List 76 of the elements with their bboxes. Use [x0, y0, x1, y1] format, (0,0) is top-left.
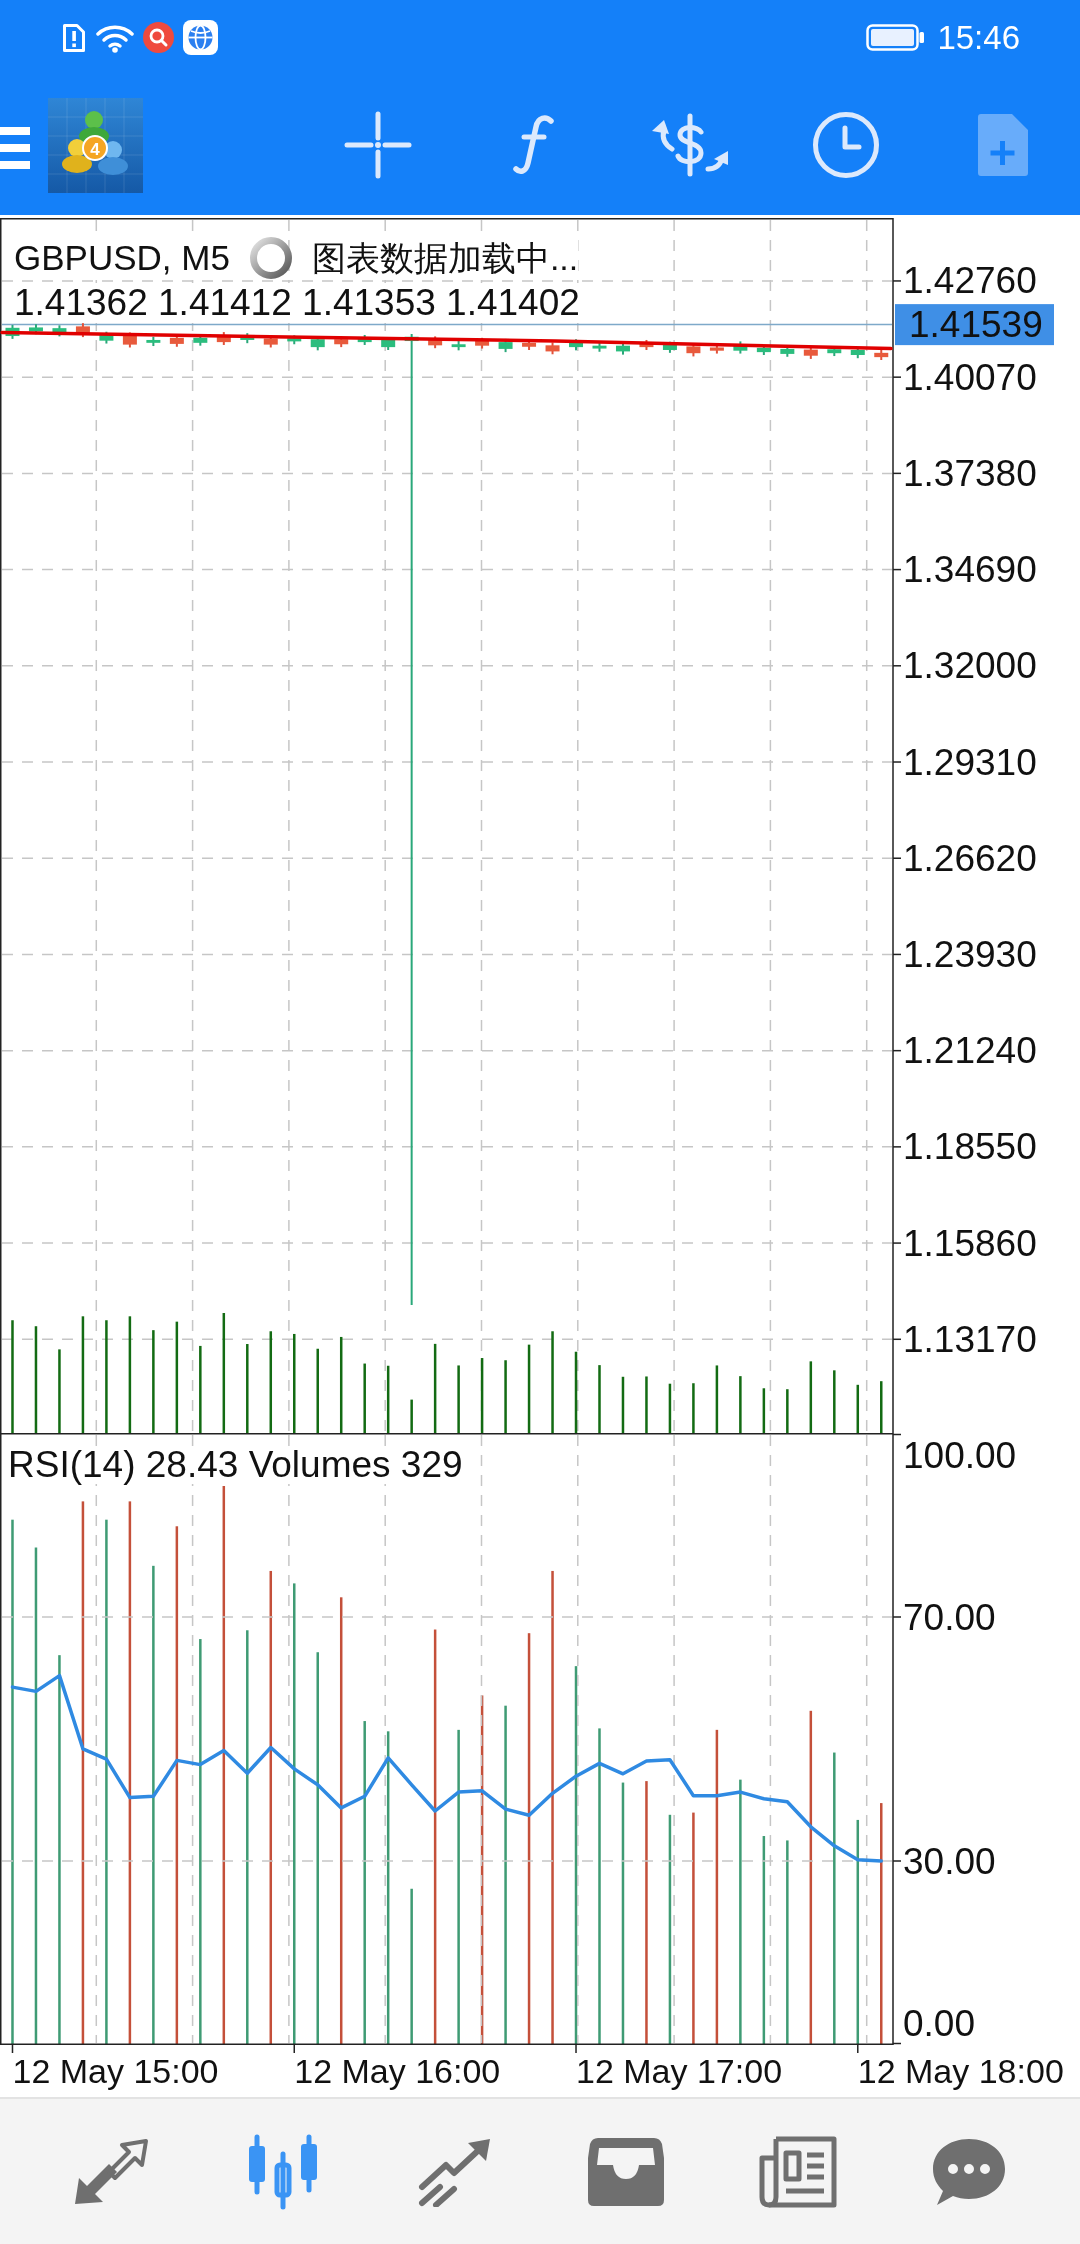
candle — [569, 338, 583, 352]
price-label: 1.34690 — [903, 549, 1037, 591]
candle — [709, 343, 724, 355]
crosshair-icon[interactable] — [344, 111, 412, 179]
search-app-icon — [143, 22, 174, 53]
clock-icon[interactable] — [812, 111, 880, 179]
globe-app-icon — [183, 20, 218, 55]
volume-bar — [410, 1399, 413, 1433]
candle — [451, 340, 466, 352]
candle — [850, 346, 865, 360]
volume-bar — [457, 1365, 460, 1433]
function-icon[interactable] — [513, 115, 555, 175]
volume-bar — [739, 1376, 742, 1433]
loading-spinner-icon — [249, 237, 292, 279]
price-label: 1.21240 — [903, 1030, 1037, 1072]
candle — [146, 335, 161, 348]
menu-icon[interactable] — [0, 127, 30, 169]
rsi-axis-label: 0.00 — [903, 2002, 975, 2044]
trend-arrow-icon[interactable] — [416, 2136, 493, 2207]
ref-line-label: 1.41539 — [909, 304, 1043, 346]
rsi-axis-label: 100.00 — [903, 1434, 1017, 1476]
volume-bar — [645, 1376, 648, 1433]
price-label: 1.32000 — [903, 645, 1037, 687]
sim-alert-icon — [62, 22, 86, 53]
price-label: 1.23930 — [903, 933, 1037, 975]
newspaper-icon[interactable] — [758, 2135, 837, 2208]
time-label: 12 May 16:00 — [294, 2052, 501, 2090]
volume-bar — [809, 1361, 813, 1433]
app-logo: 4 — [48, 97, 143, 193]
candle — [122, 331, 137, 349]
volume-bar — [386, 1365, 390, 1433]
volume-bar — [880, 1381, 883, 1433]
rsi-axis-label: 70.00 — [903, 1596, 996, 1638]
volume-bar — [668, 1383, 672, 1433]
volume-bar — [715, 1365, 719, 1433]
candle — [357, 333, 372, 346]
volume-bar — [762, 1388, 766, 1433]
candle — [616, 341, 630, 356]
ohlc-values: 1.41362 1.41412 1.41353 1.41402 — [14, 283, 580, 323]
price-label: 1.37380 — [903, 452, 1037, 494]
candle — [52, 324, 67, 338]
volume-bar — [786, 1389, 789, 1433]
clock-time: 15:46 — [937, 21, 1020, 54]
price-label: 1.13170 — [903, 1318, 1037, 1360]
candle — [5, 323, 20, 340]
dollar-exchange-icon[interactable] — [650, 113, 730, 177]
price-label: 1.29310 — [903, 741, 1037, 783]
candle — [592, 341, 607, 353]
candle — [803, 345, 818, 360]
volume-bar — [363, 1363, 366, 1433]
price-label: 1.42760 — [903, 260, 1037, 302]
candle — [428, 335, 443, 350]
diagonal-arrows-icon[interactable] — [72, 2137, 149, 2206]
time-label: 12 May 18:00 — [857, 2052, 1064, 2090]
volume-bar — [856, 1384, 860, 1433]
candle — [216, 331, 231, 346]
candle — [545, 341, 560, 356]
volume-bar — [692, 1383, 695, 1433]
time-label: 12 May 15:00 — [12, 2052, 219, 2090]
battery-icon — [866, 24, 925, 51]
candle — [733, 340, 748, 355]
inbox-icon[interactable] — [587, 2137, 664, 2206]
price-label: 1.26620 — [903, 837, 1037, 879]
current-price-label: 1.41539 — [895, 304, 1054, 346]
candle — [240, 332, 255, 345]
time-label: 12 May 17:00 — [576, 2052, 783, 2090]
rsi-axis-label: 30.00 — [903, 1840, 996, 1882]
volume-bar — [833, 1370, 836, 1433]
volume-bar — [598, 1365, 601, 1433]
price-label: 1.15860 — [903, 1222, 1037, 1264]
volume-bar — [621, 1376, 625, 1433]
candle — [639, 338, 654, 351]
price-label: 1.18550 — [903, 1126, 1037, 1168]
price-label: 1.40070 — [903, 356, 1037, 398]
chat-bubble-icon[interactable] — [931, 2136, 1008, 2207]
candle — [874, 349, 889, 361]
